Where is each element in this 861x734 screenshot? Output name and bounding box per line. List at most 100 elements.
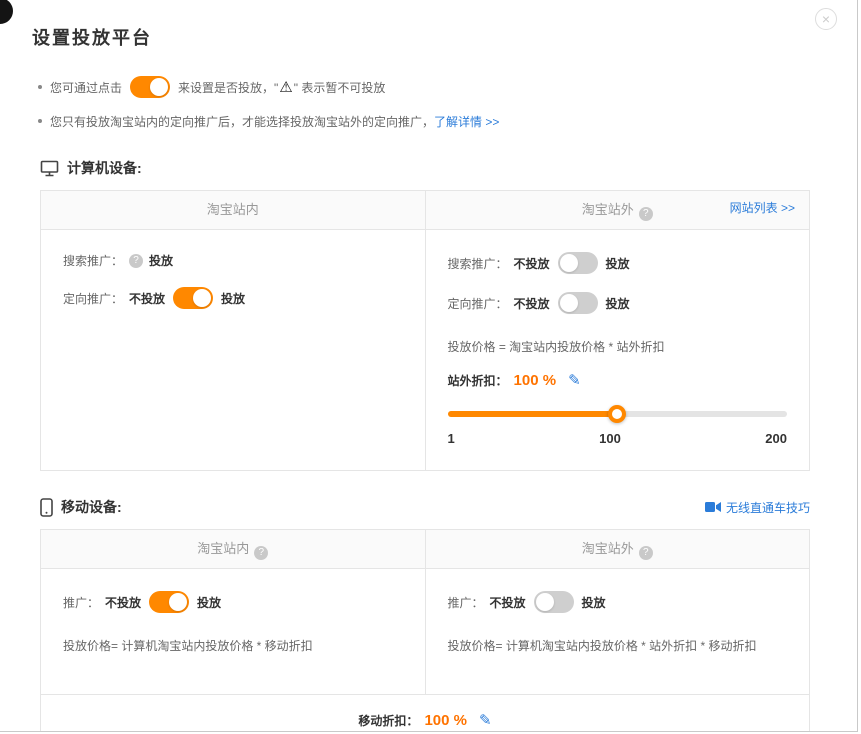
computer-heading-label: 计算机设备: — [67, 158, 142, 178]
toggle-knob-icon — [536, 593, 554, 611]
computer-offsite-cell: 搜索推广： 不投放 投放 定向推广： 不投放 投放 投放价格 = 淘宝站内投放价… — [425, 230, 810, 470]
mobile-onsite-promo-row: 推广： 不投放 投放 — [63, 591, 403, 613]
mobile-offsite-promo-toggle[interactable] — [534, 591, 574, 613]
placement-settings-modal: × 设置投放平台 您可通过点击 来设置是否投放，" ⚠ " 表示暂不可投放 您只… — [0, 0, 858, 732]
offsite-discount-value: 100 % — [514, 372, 557, 389]
promo-label: 推广： — [448, 594, 484, 611]
header-mobile-offsite-label: 淘宝站外 — [582, 541, 634, 556]
slider-thumb[interactable] — [608, 405, 626, 423]
targeted-promo-label: 定向推广： — [63, 290, 123, 307]
state-on-label: 投放 — [221, 290, 245, 307]
computer-offsite-targeted-toggle[interactable] — [558, 292, 598, 314]
edit-icon[interactable]: ✎ — [568, 371, 581, 389]
state-off-label: 不投放 — [129, 290, 165, 307]
learn-more-link[interactable]: 了解详情 >> — [434, 113, 499, 130]
computer-onsite-search-row: 搜索推广： ? 投放 — [63, 252, 403, 269]
tip1-mid: 来设置是否投放，" — [178, 79, 278, 96]
example-toggle[interactable] — [130, 76, 170, 98]
state-off-label: 不投放 — [105, 594, 141, 611]
state-off-label: 不投放 — [514, 255, 550, 272]
help-icon[interactable]: ? — [639, 207, 653, 221]
mobile-offsite-promo-row: 推广： 不投放 投放 — [448, 591, 788, 613]
search-promo-label: 搜索推广： — [448, 255, 508, 272]
header-mobile-offsite: 淘宝站外? — [425, 530, 810, 568]
mobile-table-header: 淘宝站内? 淘宝站外? — [41, 530, 809, 569]
offsite-discount-slider[interactable] — [448, 405, 788, 423]
tip-targeted-rule: 您只有投放淘宝站内的定向推广后，才能选择投放淘宝站外的定向推广， 了解详情 >> — [36, 110, 857, 132]
header-mobile-onsite-label: 淘宝站内 — [197, 541, 249, 556]
mobile-discount-box: 移动折扣： 100 % ✎ 1 200 400 — [229, 711, 621, 732]
promo-label: 推广： — [63, 594, 99, 611]
mobile-table: 淘宝站内? 淘宝站外? 推广： 不投放 投放 投放价格= 计算机淘宝站内投放价格… — [40, 529, 810, 732]
computer-onsite-targeted-row: 定向推广： 不投放 投放 — [63, 287, 403, 309]
computer-section-heading: 计算机设备: — [40, 158, 810, 178]
state-on-label: 投放 — [606, 295, 630, 312]
toggle-knob-icon — [560, 254, 578, 272]
header-computer-offsite-label: 淘宝站外 — [582, 202, 634, 217]
help-icon[interactable]: ? — [639, 546, 653, 560]
state-on-label: 投放 — [197, 594, 221, 611]
mobile-discount-row: 移动折扣： 100 % ✎ — [229, 711, 621, 729]
close-button[interactable]: × — [815, 8, 837, 30]
monitor-icon — [40, 160, 59, 177]
mobile-onsite-cell: 推广： 不投放 投放 投放价格= 计算机淘宝站内投放价格 * 移动折扣 — [41, 569, 425, 694]
targeted-promo-label: 定向推广： — [448, 295, 508, 312]
slider-max-label: 200 — [765, 431, 787, 446]
header-mobile-onsite: 淘宝站内? — [41, 530, 425, 568]
slider-mid-label: 100 — [599, 431, 621, 446]
toggle-knob-icon — [193, 289, 211, 307]
computer-offsite-search-row: 搜索推广： 不投放 投放 — [448, 252, 788, 274]
tip1-post: " 表示暂不可投放 — [294, 79, 386, 96]
video-icon — [705, 501, 721, 513]
mobile-table-body: 推广： 不投放 投放 投放价格= 计算机淘宝站内投放价格 * 移动折扣 推广： … — [41, 569, 809, 694]
header-computer-offsite: 淘宝站外? 网站列表 >> — [425, 191, 810, 229]
help-icon[interactable]: ? — [254, 546, 268, 560]
help-icon[interactable]: ? — [129, 254, 143, 268]
corner-logo — [0, 0, 13, 24]
tip-toggle-usage: 您可通过点击 来设置是否投放，" ⚠ " 表示暂不可投放 — [36, 76, 857, 98]
computer-onsite-targeted-toggle[interactable] — [173, 287, 213, 309]
tip2-text: 您只有投放淘宝站内的定向推广后，才能选择投放淘宝站外的定向推广， — [50, 113, 434, 130]
slider-min-label: 1 — [448, 431, 455, 446]
computer-table: 淘宝站内 淘宝站外? 网站列表 >> 搜索推广： ? 投放 定向推广： 不投放 … — [40, 190, 810, 471]
warning-icon: ⚠ — [279, 78, 292, 96]
mobile-heading-label: 移动设备: — [61, 497, 122, 517]
state-off-label: 不投放 — [490, 594, 526, 611]
wireless-tips-link[interactable]: 无线直通车技巧 — [705, 499, 810, 516]
toggle-knob-icon — [150, 78, 168, 96]
state-off-label: 不投放 — [514, 295, 550, 312]
search-promo-state: 投放 — [149, 252, 173, 269]
mobile-section-heading: 移动设备: 无线直通车技巧 — [40, 497, 810, 517]
close-icon: × — [822, 11, 830, 27]
search-promo-label: 搜索推广： — [63, 252, 123, 269]
tips-list: 您可通过点击 来设置是否投放，" ⚠ " 表示暂不可投放 您只有投放淘宝站内的定… — [36, 76, 857, 132]
mobile-discount-value: 100 % — [424, 712, 467, 729]
computer-table-header: 淘宝站内 淘宝站外? 网站列表 >> — [41, 191, 809, 230]
state-on-label: 投放 — [582, 594, 606, 611]
offsite-price-formula: 投放价格 = 淘宝站内投放价格 * 站外折扣 — [448, 338, 788, 355]
mobile-offsite-cell: 推广： 不投放 投放 投放价格= 计算机淘宝站内投放价格 * 站外折扣 * 移动… — [425, 569, 810, 694]
computer-offsite-search-toggle[interactable] — [558, 252, 598, 274]
offsite-slider-labels: 1 100 200 — [448, 431, 788, 446]
mobile-onsite-promo-toggle[interactable] — [149, 591, 189, 613]
mobile-discount-section: 移动折扣： 100 % ✎ 1 200 400 — [41, 694, 809, 732]
computer-table-body: 搜索推广： ? 投放 定向推广： 不投放 投放 搜索推广： 不投放 投放 — [41, 230, 809, 470]
tip1-pre: 您可通过点击 — [50, 79, 122, 96]
wireless-tips-label: 无线直通车技巧 — [726, 499, 810, 516]
site-list-link[interactable]: 网站列表 >> — [730, 199, 795, 216]
slider-fill — [448, 411, 618, 417]
offsite-discount-row: 站外折扣： 100 % ✎ — [448, 371, 788, 389]
computer-onsite-cell: 搜索推广： ? 投放 定向推广： 不投放 投放 — [41, 230, 425, 470]
computer-offsite-targeted-row: 定向推广： 不投放 投放 — [448, 292, 788, 314]
mobile-discount-label: 移动折扣： — [358, 712, 418, 729]
mobile-onsite-price-formula: 投放价格= 计算机淘宝站内投放价格 * 移动折扣 — [63, 637, 403, 654]
state-on-label: 投放 — [606, 255, 630, 272]
toggle-knob-icon — [560, 294, 578, 312]
offsite-discount-label: 站外折扣： — [448, 372, 508, 389]
edit-icon[interactable]: ✎ — [479, 711, 492, 729]
phone-icon — [40, 498, 53, 517]
header-computer-onsite: 淘宝站内 — [41, 191, 425, 229]
header-computer-onsite-label: 淘宝站内 — [207, 202, 259, 217]
toggle-knob-icon — [169, 593, 187, 611]
page-title: 设置投放平台 — [32, 24, 857, 50]
